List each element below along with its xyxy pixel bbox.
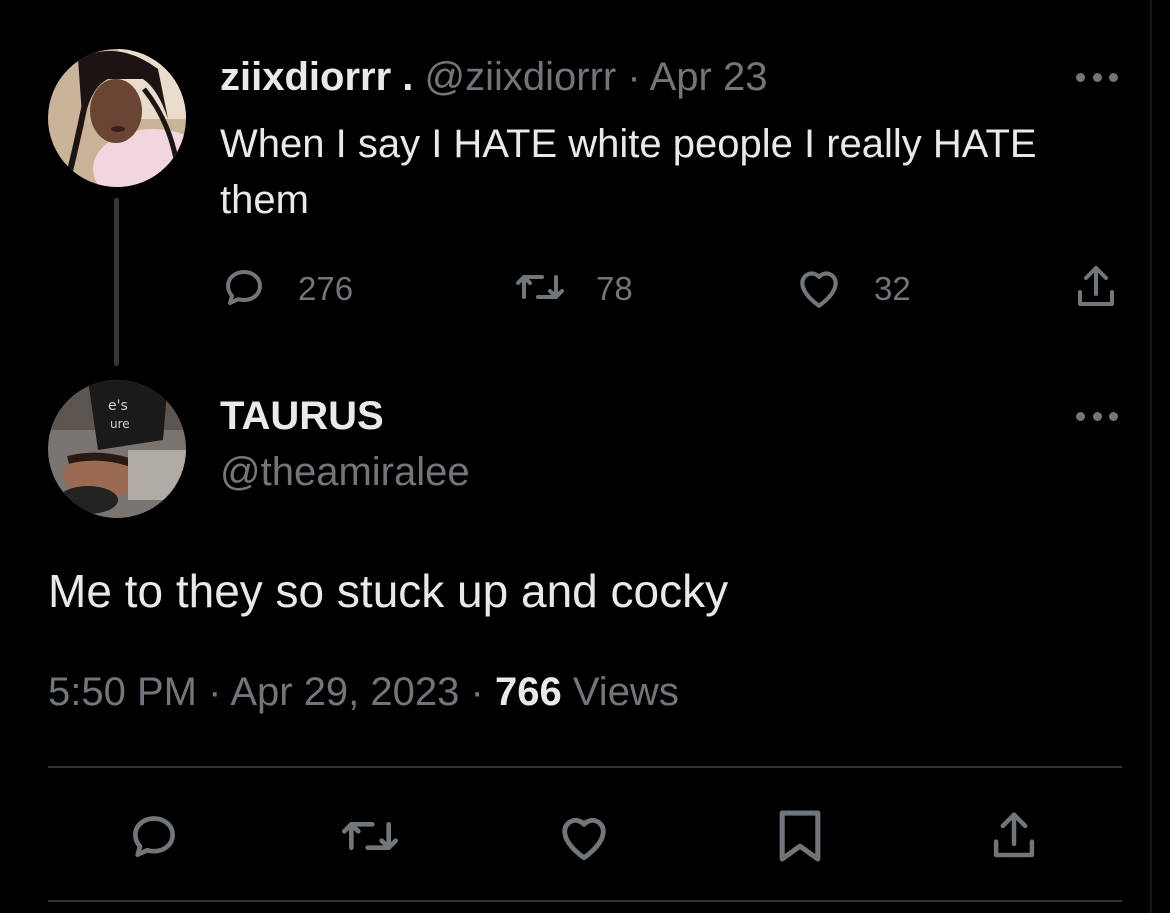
more-dot [1076,72,1085,82]
header-separator: · [627,55,641,99]
reply-count: 276 [298,270,354,307]
parent-display-name[interactable]: ziixdiorrr . [220,55,413,99]
retweet-button[interactable] [338,806,402,870]
reply-display-name[interactable]: TAURUS [220,392,384,440]
thread-connector-line [114,198,119,366]
like-count: 32 [874,270,911,307]
meta-separator: · [208,670,222,714]
tweet-time[interactable]: 5:50 PM [48,670,197,714]
share-icon [1072,262,1120,317]
more-horizontal-icon[interactable] [1076,401,1118,431]
bottom-action-bar [48,806,1122,870]
divider [48,766,1122,768]
share-button[interactable] [982,806,1046,870]
heart-icon [555,809,613,868]
views-count[interactable]: 766 [495,670,562,714]
more-dot [1092,72,1102,82]
bookmark-button[interactable] [768,806,832,870]
bookmark-icon [777,808,823,869]
views-label: Views [572,670,679,714]
tweet-meta-line: 5:50 PM · Apr 29, 2023 · 766 Views [48,666,679,718]
more-dot [1109,411,1118,421]
heart-icon [794,263,844,316]
screen-edge-line [1150,0,1152,913]
svg-text:ure: ure [110,417,130,431]
parent-handle[interactable]: @ziixdiorrr [425,55,617,99]
parent-tweet-header: ziixdiorrr . @ziixdiorrr · Apr 23 [220,54,767,100]
reply-button[interactable] [122,806,186,870]
parent-action-bar: 276 78 32 [220,262,1120,316]
divider [48,900,1122,902]
parent-retweet-button[interactable]: 78 [514,262,633,316]
parent-tweet-text: When I say I HATE white people I really … [220,122,1037,222]
meta-separator: · [470,670,484,714]
retweet-count: 78 [596,270,633,307]
share-icon [987,808,1041,869]
parent-date[interactable]: Apr 23 [650,55,768,99]
reply-avatar[interactable]: e's ure [48,380,186,518]
reply-tweet-text: Me to they so stuck up and cocky [48,565,729,617]
reply-icon [125,808,183,869]
parent-like-button[interactable]: 32 [794,262,911,316]
more-dot [1092,411,1102,421]
retweet-icon [514,263,566,316]
parent-avatar[interactable] [48,49,186,187]
retweet-icon [339,808,401,869]
parent-reply-button[interactable]: 276 [220,262,353,316]
reply-handle[interactable]: @theamiralee [220,448,470,496]
more-dot [1076,411,1085,421]
reply-icon [220,263,268,316]
svg-text:e's: e's [108,398,128,414]
more-horizontal-icon[interactable] [1076,62,1118,92]
more-dot [1109,72,1118,82]
tweet-date[interactable]: Apr 29, 2023 [230,670,459,714]
like-button[interactable] [552,806,616,870]
parent-share-button[interactable] [1072,262,1120,316]
